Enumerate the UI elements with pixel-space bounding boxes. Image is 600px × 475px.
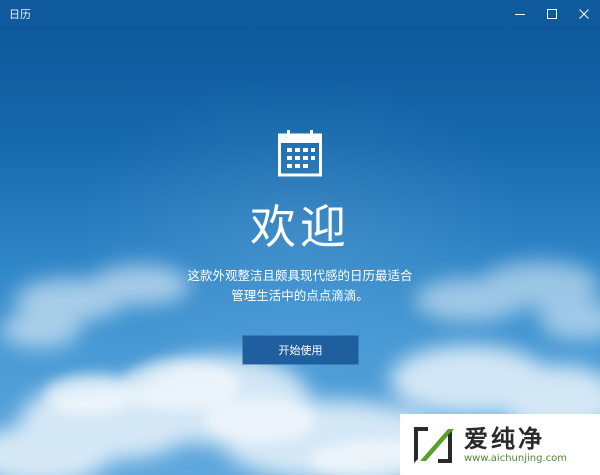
calendar-app-window: 日历 欢迎 这款外观整洁且颇具现代感的日历最适合 管理生活中的点点滴滴。 开始使… [0,0,600,475]
description-line-2: 管理生活中的点点滴滴。 [231,288,369,303]
app-title: 日历 [9,7,31,21]
welcome-panel: 欢迎 这款外观整洁且颇具现代感的日历最适合 管理生活中的点点滴滴。 开始使用 [0,0,600,475]
close-button[interactable] [568,0,600,27]
watermark-url: www.aichunjing.com [464,452,567,464]
welcome-heading: 欢迎 [250,200,350,254]
close-icon [579,8,589,19]
maximize-icon [547,8,557,19]
description-line-1: 这款外观整洁且颇具现代感的日历最适合 [187,268,413,283]
watermark-text: 爱纯净 www.aichunjing.com [464,425,567,465]
window-controls [504,0,600,27]
site-watermark: 爱纯净 www.aichunjing.com [400,414,600,475]
minimize-icon [515,13,525,15]
calendar-icon [278,130,322,177]
get-started-button[interactable]: 开始使用 [243,336,358,364]
aichunjing-logo-icon [414,426,454,463]
welcome-description: 这款外观整洁且颇具现代感的日历最适合 管理生活中的点点滴滴。 [0,266,600,306]
maximize-button[interactable] [536,0,568,27]
watermark-brand: 爱纯净 [464,424,545,453]
title-bar: 日历 [0,0,600,27]
minimize-button[interactable] [504,0,536,27]
